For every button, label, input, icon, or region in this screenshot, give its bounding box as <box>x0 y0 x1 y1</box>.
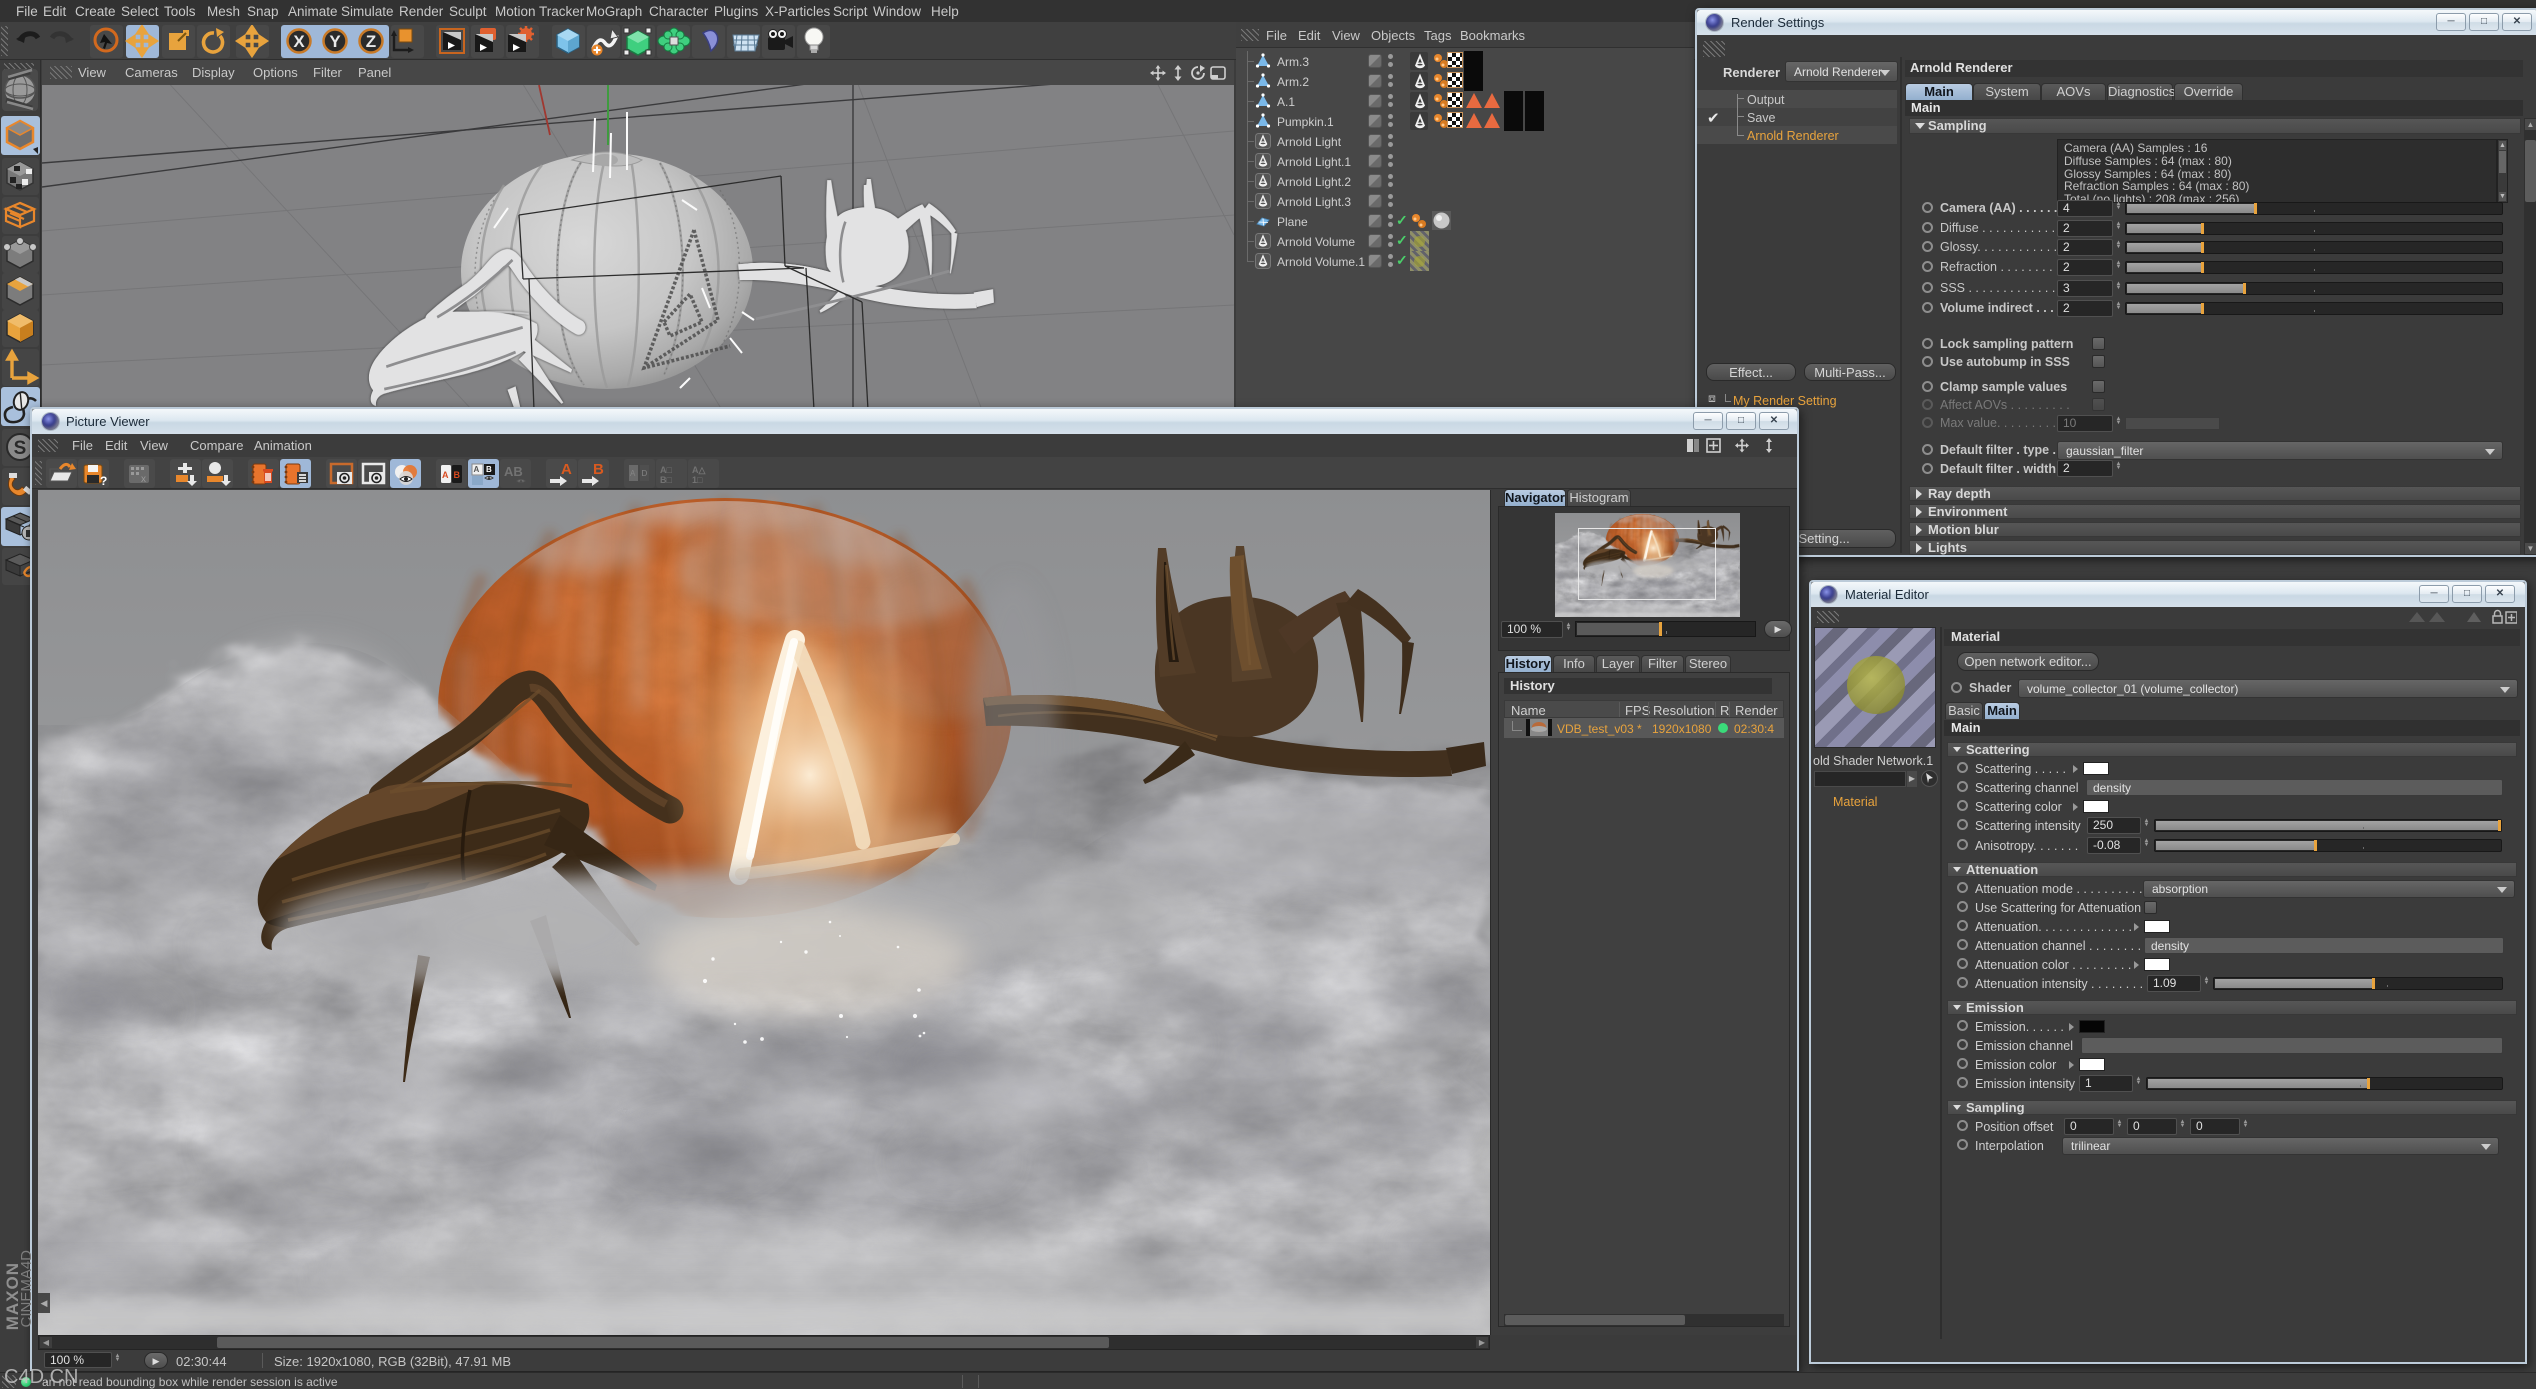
svg-text:A□: A□ <box>660 465 672 475</box>
svg-text:A: A <box>442 470 449 480</box>
svg-text:x: x <box>141 474 146 485</box>
svg-text:?: ? <box>100 474 107 488</box>
svg-text:A: A <box>630 469 636 478</box>
svg-text:A△: A△ <box>692 465 706 475</box>
svg-text:B: B <box>486 465 492 474</box>
svg-text:A: A <box>474 465 480 474</box>
svg-text:D: D <box>642 469 648 478</box>
svg-text:X: X <box>293 32 305 51</box>
svg-text:A: A <box>561 461 572 478</box>
svg-text:B□: B□ <box>660 475 672 485</box>
svg-text:1□: 1□ <box>692 475 703 485</box>
svg-text:S: S <box>14 438 27 459</box>
svg-text:Y: Y <box>329 32 341 51</box>
svg-text:AB: AB <box>504 464 523 479</box>
svg-text:B: B <box>593 461 604 478</box>
svg-text:B: B <box>454 470 461 480</box>
svg-text:Z: Z <box>366 32 376 51</box>
